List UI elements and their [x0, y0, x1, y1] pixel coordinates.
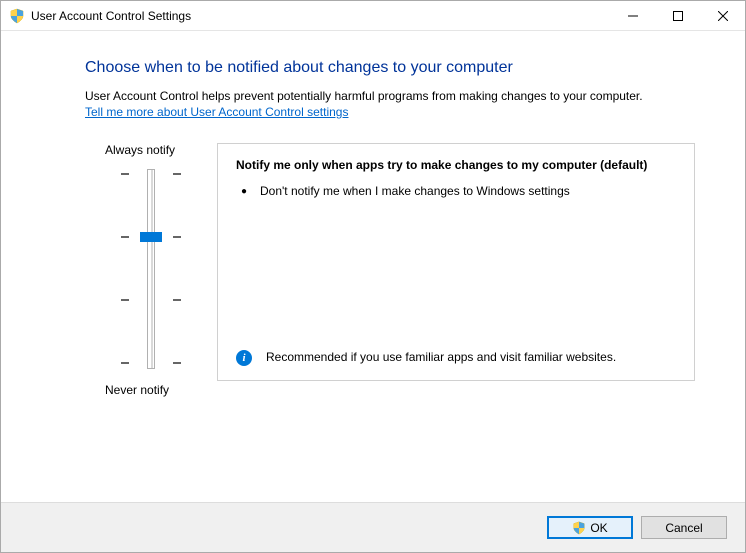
cancel-button[interactable]: Cancel — [641, 516, 727, 539]
notification-level-slider[interactable] — [121, 169, 181, 369]
description-bullet: ● Don't notify me when I make changes to… — [236, 184, 676, 198]
uac-settings-window: User Account Control Settings Choose whe… — [0, 0, 746, 553]
ok-button[interactable]: OK — [547, 516, 633, 539]
cancel-button-label: Cancel — [665, 521, 702, 535]
page-subtext: User Account Control helps prevent poten… — [85, 89, 695, 103]
slider-thumb[interactable] — [140, 232, 162, 242]
minimize-button[interactable] — [610, 1, 655, 30]
learn-more-link[interactable]: Tell me more about User Account Control … — [85, 105, 348, 119]
description-box: Notify me only when apps try to make cha… — [217, 143, 695, 381]
page-heading: Choose when to be notified about changes… — [85, 59, 695, 77]
bullet-icon: ● — [236, 184, 252, 198]
info-icon: i — [236, 350, 252, 366]
body-row: Always notify Never notify Notify me onl… — [85, 143, 695, 397]
shield-icon — [572, 521, 586, 535]
slider-column: Always notify Never notify — [85, 143, 217, 397]
recommendation-text: Recommended if you use familiar apps and… — [252, 350, 616, 364]
ok-button-label: OK — [590, 521, 607, 535]
window-title: User Account Control Settings — [31, 9, 610, 23]
bullet-text: Don't notify me when I make changes to W… — [252, 184, 676, 198]
description-title: Notify me only when apps try to make cha… — [236, 158, 676, 172]
titlebar: User Account Control Settings — [1, 1, 745, 31]
maximize-button[interactable] — [655, 1, 700, 30]
slider-top-label: Always notify — [85, 143, 175, 157]
content-area: Choose when to be notified about changes… — [1, 31, 745, 502]
close-button[interactable] — [700, 1, 745, 30]
slider-bottom-label: Never notify — [85, 383, 169, 397]
footer: OK Cancel — [1, 502, 745, 552]
shield-icon — [9, 8, 25, 24]
recommendation-row: i Recommended if you use familiar apps a… — [236, 350, 676, 366]
